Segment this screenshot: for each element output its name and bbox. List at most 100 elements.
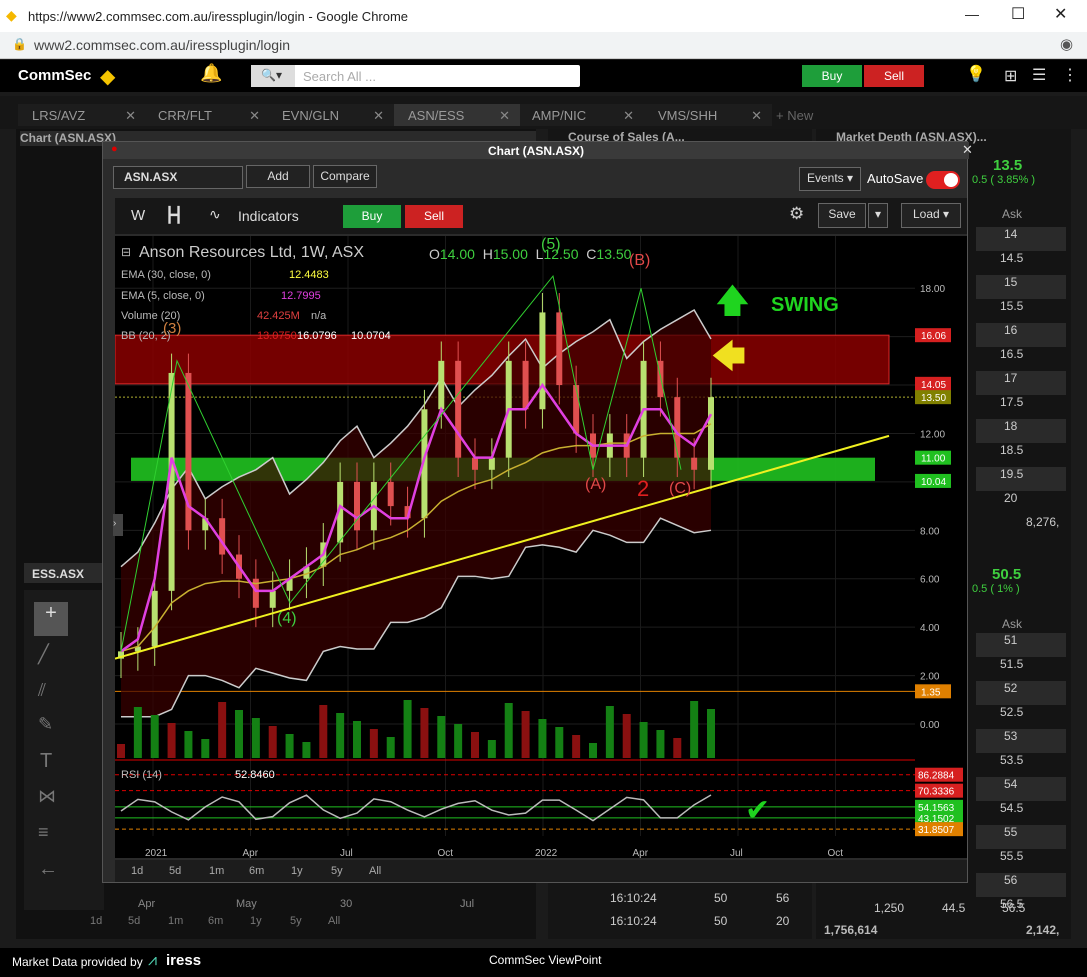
- maximize-icon[interactable]: ☐: [1011, 4, 1025, 24]
- x-tick-label: Jul: [340, 848, 353, 858]
- tab-amp-nic[interactable]: AMP/NIC ✕: [520, 104, 644, 126]
- candle-body: [674, 397, 681, 458]
- x-tick-label: Oct: [438, 848, 454, 858]
- load-button[interactable]: Load ▾: [901, 203, 961, 228]
- period-all[interactable]: All: [369, 865, 381, 877]
- volume-bar: [369, 729, 378, 758]
- add-icon[interactable]: ⊞: [1004, 66, 1017, 86]
- brush-icon[interactable]: ✎: [38, 714, 53, 735]
- save-button[interactable]: Save: [818, 203, 866, 228]
- settings-gear-icon[interactable]: ⚙: [789, 204, 804, 224]
- events-dropdown[interactable]: Events ▾: [799, 167, 861, 191]
- period-6m[interactable]: 6m: [249, 865, 264, 877]
- bg-drawing-toolbar: + ╱ ⫽ ✎ T ⋈ ≡ ←: [24, 590, 104, 910]
- wave-3-label: (3): [163, 320, 182, 337]
- expand-panel-icon[interactable]: ›: [113, 514, 123, 536]
- header-sell-button[interactable]: Sell: [864, 65, 924, 87]
- logo-diamond-icon: ◆: [100, 66, 116, 88]
- fib-icon[interactable]: ≡: [38, 822, 49, 843]
- toolbar-buy-button[interactable]: Buy: [343, 205, 401, 228]
- volume-bar: [150, 715, 159, 758]
- footer-provider: Market Data provided by: [12, 955, 143, 969]
- search-box[interactable]: 🔍▾ Search All ...: [251, 65, 580, 87]
- volume-bar: [403, 700, 412, 758]
- crosshair-icon[interactable]: +: [34, 602, 68, 636]
- period-1d[interactable]: 1d: [131, 865, 143, 877]
- minimize-icon[interactable]: —: [965, 6, 979, 22]
- toolbar-sell-button[interactable]: Sell: [405, 205, 463, 228]
- indicators-button[interactable]: Indicators: [238, 208, 299, 224]
- tab-lrs-avz[interactable]: LRS/AVZ ✕: [18, 104, 146, 126]
- eye-icon[interactable]: ◉: [1060, 35, 1073, 53]
- indicators-icon[interactable]: ∿: [209, 206, 221, 223]
- candle-body: [691, 457, 698, 470]
- more-icon[interactable]: ⋮: [1062, 65, 1078, 85]
- swing-label: SWING: [771, 294, 839, 316]
- period-1m[interactable]: 1m: [209, 865, 224, 877]
- volume-bar: [235, 710, 243, 758]
- volume-bar: [117, 744, 125, 758]
- volume-bar: [268, 726, 277, 758]
- chart-close-icon[interactable]: ✕: [962, 142, 973, 158]
- menu-icon[interactable]: ☰: [1032, 65, 1046, 85]
- volume-value: 42.425M: [257, 310, 300, 322]
- period-5d[interactable]: 5d: [169, 865, 181, 877]
- bg-ess-code: ESS.ASX: [24, 563, 104, 583]
- tab-asn-ess[interactable]: ASN/ESS ✕: [394, 104, 520, 126]
- arrow-up-icon: 🡅: [715, 282, 750, 320]
- add-button[interactable]: Add: [246, 165, 310, 188]
- volume-bar: [555, 727, 564, 758]
- bell-icon[interactable]: 🔔: [200, 63, 222, 84]
- tab-evn-gln[interactable]: EVN/GLN ✕: [270, 104, 394, 126]
- save-dropdown-icon[interactable]: ▾: [868, 203, 888, 228]
- volume-bar: [504, 703, 513, 758]
- volume-bar: [707, 709, 715, 758]
- lightbulb-icon[interactable]: 💡: [966, 64, 986, 84]
- volume-bar: [386, 737, 395, 758]
- candlestick-icon[interactable]: ┣┫: [165, 206, 183, 224]
- pattern-icon[interactable]: ⋈: [38, 786, 56, 807]
- compare-button[interactable]: Compare: [313, 165, 377, 188]
- search-icon[interactable]: 🔍▾: [251, 65, 295, 87]
- autosave-label: AutoSave: [867, 171, 924, 186]
- tab-new[interactable]: + New: [776, 104, 846, 126]
- tab-vms-shh[interactable]: VMS/SHH ✕: [644, 104, 772, 126]
- tab-crr-flt[interactable]: CRR/FLT ✕: [146, 104, 270, 126]
- close-icon[interactable]: ✕: [1054, 4, 1067, 24]
- back-arrow-icon[interactable]: ←: [38, 858, 58, 881]
- price-axis-label: 13.50: [921, 393, 946, 404]
- interval-selector[interactable]: W: [131, 207, 145, 224]
- symbol-input[interactable]: ASN.ASX: [113, 166, 243, 189]
- search-input[interactable]: Search All ...: [303, 69, 376, 84]
- collapse-icon[interactable]: ⊟: [121, 245, 131, 259]
- candle-body: [488, 457, 495, 470]
- volume-ma: n/a: [311, 310, 327, 322]
- volume-bar: [572, 735, 581, 758]
- period-1y[interactable]: 1y: [291, 865, 303, 877]
- period-bar: 1d 5d 1m 6m 1y 5y All: [115, 860, 967, 882]
- volume-bar: [622, 714, 631, 758]
- y-tick-label: 6.00: [920, 575, 940, 586]
- candle-body: [387, 481, 394, 507]
- address-bar[interactable]: 🔒 www2.commsec.com.au/iressplugin/login …: [0, 32, 1087, 59]
- header-buy-button[interactable]: Buy: [802, 65, 862, 87]
- commsec-logo: CommSec: [18, 67, 92, 84]
- multi-line-icon[interactable]: ⫽: [38, 680, 46, 701]
- address-text[interactable]: www2.commsec.com.au/iressplugin/login: [34, 37, 290, 53]
- candle-body: [438, 360, 445, 410]
- security-name: Anson Resources Ltd, 1W, ASX: [139, 244, 365, 261]
- warning-icon: ◆: [6, 7, 17, 23]
- rsi-label: RSI (14): [121, 769, 162, 781]
- ask-list-1: 14 14.5 15 15.5 16 16.5 17 17.5 18 18.5 …: [976, 227, 1066, 515]
- price-chart-svg: 18.0016.0014.0012.0010.008.006.004.002.0…: [115, 236, 963, 858]
- text-tool-icon[interactable]: T: [40, 750, 52, 773]
- volume-bar: [656, 730, 665, 758]
- autosave-toggle[interactable]: [926, 171, 960, 189]
- volume-bar: [538, 719, 547, 758]
- volume-bar: [420, 708, 429, 758]
- candle-body: [522, 360, 529, 410]
- line-tool-icon[interactable]: ╱: [38, 644, 49, 665]
- volume-bar: [133, 707, 142, 758]
- bb-mid: 13.0750: [257, 330, 297, 342]
- period-5y[interactable]: 5y: [331, 865, 343, 877]
